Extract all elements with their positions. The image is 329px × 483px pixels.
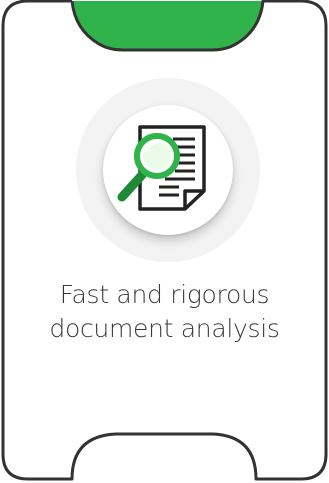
document-magnifier-icon: [117, 125, 206, 211]
feature-caption: Fast and rigorous document analysis: [10, 278, 319, 346]
top-tab: [72, 1, 263, 50]
caption-line-1: Fast and rigorous: [59, 280, 270, 309]
caption-line-2: document analysis: [49, 314, 280, 343]
